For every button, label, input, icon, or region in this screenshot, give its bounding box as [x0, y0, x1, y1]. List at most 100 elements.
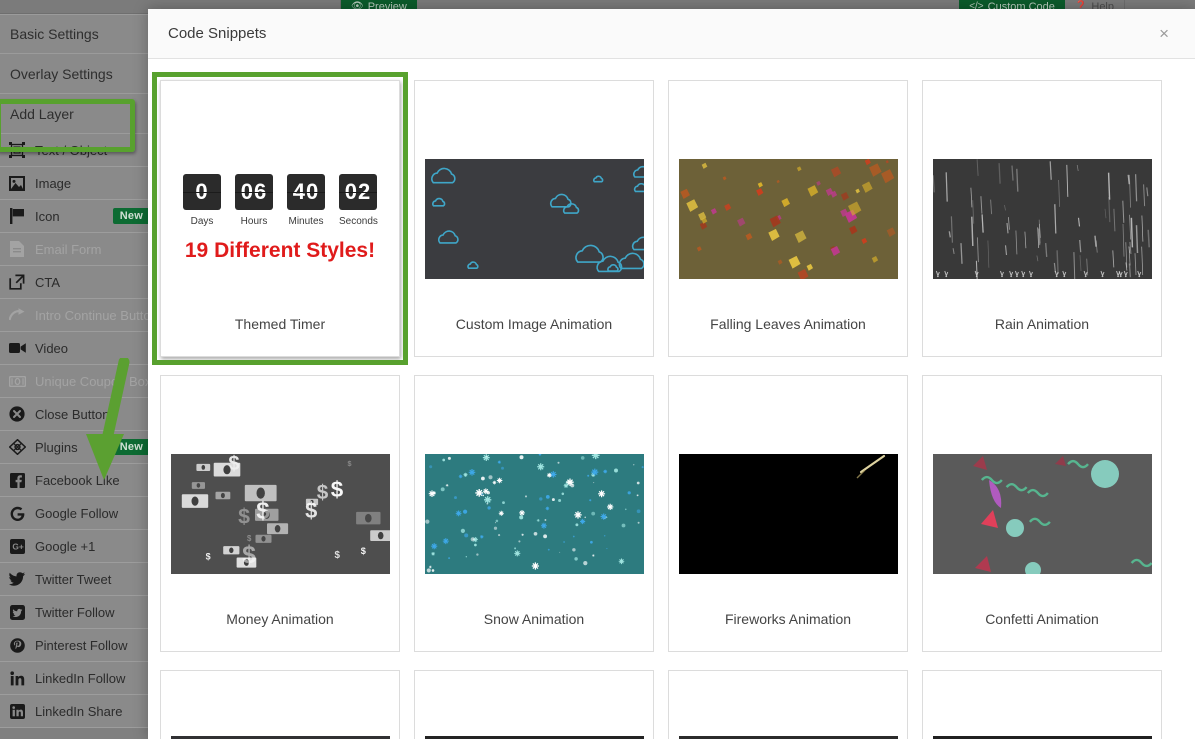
- timer-unit: 02Seconds: [339, 174, 377, 227]
- snippet-thumbnail: [669, 81, 907, 356]
- snippet-card-label: Snow Animation: [415, 611, 653, 627]
- sidebar-item-plugins[interactable]: PluginsNew: [0, 431, 148, 464]
- animation-preview: $$$$$$$$$$$$: [171, 454, 390, 574]
- snippet-grid: 0Days06Hours40Minutes02Seconds19 Differe…: [160, 80, 1183, 739]
- image-icon: [8, 174, 26, 192]
- timer-unit: 40Minutes: [287, 174, 325, 227]
- sidebar-section-label: Overlay Settings: [10, 66, 113, 82]
- sidebar-item-label: Google +1: [35, 539, 148, 554]
- sidebar-item-label: LinkedIn Follow: [35, 671, 148, 686]
- google-plus-icon: G+: [8, 537, 26, 555]
- linkedin-icon: [8, 669, 26, 687]
- timer-value: 0: [183, 174, 221, 210]
- snippet-card-label: Falling Leaves Animation: [669, 316, 907, 332]
- sidebar-item-linkedin-share[interactable]: LinkedIn Share: [0, 695, 148, 728]
- svg-text:$: $: [316, 481, 328, 504]
- sidebar-item-label: Twitter Tweet: [35, 572, 148, 587]
- snippet-thumbnail: [923, 376, 1161, 651]
- snippet-thumbnail: $$$$$$$$$$$$: [161, 376, 399, 651]
- timer-value: 06: [235, 174, 273, 210]
- sidebar-item-twitter-tweet[interactable]: Twitter Tweet: [0, 563, 148, 596]
- sidebar-item-text-object[interactable]: Text / Object: [0, 134, 148, 167]
- sidebar-item-facebook-like[interactable]: Facebook Like: [0, 464, 148, 497]
- snippet-card[interactable]: $$$$$$$$$$$$ Money Animation: [160, 375, 400, 652]
- snippet-card-label: Money Animation: [161, 611, 399, 627]
- banknote-icon: [8, 372, 26, 390]
- sidebar-item-twitter-follow[interactable]: Twitter Follow: [0, 596, 148, 629]
- timer-units: 0Days 06Hours 40Minutes 02Seconds: [183, 174, 377, 227]
- sidebar-section-basic-settings[interactable]: Basic Settings: [0, 14, 148, 54]
- code-snippets-modal: Code Snippets × 0Days 06Hours 40Minutes 02S…: [148, 9, 1195, 739]
- snippet-card[interactable]: Falling Leaves Animation: [668, 80, 908, 357]
- timer-caption: Seconds: [339, 216, 377, 227]
- snippet-thumbnail: [669, 376, 907, 651]
- snippet-card[interactable]: 0Days06Hours40Minutes02Seconds19 Differe…: [160, 80, 400, 357]
- sidebar-item-pinterest-follow[interactable]: Pinterest Follow: [0, 629, 148, 662]
- snippet-card[interactable]: Snow Animation: [414, 375, 654, 652]
- snippet-thumbnail: [923, 81, 1161, 356]
- snippet-card[interactable]: Rain Animation: [922, 80, 1162, 357]
- twitter-bird-icon: [8, 570, 26, 588]
- form-icon: [8, 240, 26, 258]
- sidebar-item-close-button[interactable]: Close Button: [0, 398, 148, 431]
- sidebar-item-label: Intro Continue Button: [35, 308, 148, 323]
- sidebar-item-linkedin-follow[interactable]: LinkedIn Follow: [0, 662, 148, 695]
- sidebar-item-label: Twitter Follow: [35, 605, 148, 620]
- sidebar-item-cta[interactable]: CTA: [0, 266, 148, 299]
- sidebar-section-label: Basic Settings: [10, 26, 99, 42]
- sidebar-item-label: Google Follow: [35, 506, 148, 521]
- snippet-card-partial[interactable]: ▼▼: [160, 670, 400, 739]
- sidebar-item-intro-continue-button: Intro Continue Button: [0, 299, 148, 332]
- close-circle-icon: [8, 405, 26, 423]
- modal-title: Code Snippets: [168, 25, 1153, 42]
- sidebar-item-google-follow[interactable]: Google Follow: [0, 497, 148, 530]
- sidebar-item-label: LinkedIn Share: [35, 704, 148, 719]
- sidebar-item-image[interactable]: Image: [0, 167, 148, 200]
- new-badge: New: [113, 439, 150, 455]
- sidebar-item-label: Text / Object: [35, 143, 148, 158]
- sidebar-item-label: Unique Coupon Box: [35, 374, 148, 389]
- close-icon[interactable]: ×: [1153, 21, 1175, 46]
- snippet-card-partial[interactable]: [668, 670, 908, 739]
- sidebar-item-google-1[interactable]: G+ Google +1: [0, 530, 148, 563]
- sidebar: Basic Settings Overlay Settings Add Laye…: [0, 14, 148, 739]
- sidebar-item-label: Video: [35, 341, 148, 356]
- svg-text:$: $: [238, 504, 250, 528]
- flag-icon: [8, 207, 26, 225]
- animation-preview: [933, 454, 1152, 574]
- snippet-card-label: Rain Animation: [923, 316, 1161, 332]
- snippet-card-label: Fireworks Animation: [669, 611, 907, 627]
- sidebar-item-label: Email Form: [35, 242, 148, 257]
- twitter-square-icon: [8, 603, 26, 621]
- animation-preview: [425, 159, 644, 279]
- snippet-card-partial[interactable]: [414, 670, 654, 739]
- timer-unit: 06Hours: [235, 174, 273, 227]
- sidebar-item-video[interactable]: Video: [0, 332, 148, 365]
- svg-text:$: $: [330, 477, 343, 502]
- animation-preview: [679, 159, 898, 279]
- linkedin-square-icon: [8, 702, 26, 720]
- sidebar-section-add-layer[interactable]: Add Layer: [0, 94, 148, 134]
- animation-preview: [933, 159, 1152, 279]
- sidebar-section-label: Add Layer: [10, 106, 74, 122]
- animation-preview: [425, 454, 644, 574]
- snippet-card-partial[interactable]: [922, 670, 1162, 739]
- snippet-card-label: Confetti Animation: [923, 611, 1161, 627]
- svg-text:G+: G+: [12, 541, 24, 551]
- sidebar-item-icon[interactable]: IconNew: [0, 200, 148, 233]
- timer-unit: 0Days: [183, 174, 221, 227]
- sidebar-layer-list: Text / Object ImageIconNew Email Form CTA In…: [0, 134, 148, 728]
- sidebar-section-overlay-settings[interactable]: Overlay Settings: [0, 54, 148, 94]
- external-link-icon: [8, 273, 26, 291]
- snippet-card[interactable]: Fireworks Animation: [668, 375, 908, 652]
- sidebar-item-unique-coupon-box: Unique Coupon Box: [0, 365, 148, 398]
- plugins-icon: [8, 438, 26, 456]
- snippet-card[interactable]: Custom Image Animation: [414, 80, 654, 357]
- snippet-thumbnail: [415, 376, 653, 651]
- svg-text:$: $: [360, 546, 365, 556]
- snippet-card[interactable]: Confetti Animation: [922, 375, 1162, 652]
- modal-body: 0Days06Hours40Minutes02Seconds19 Differe…: [148, 59, 1195, 739]
- new-badge: New: [113, 208, 150, 224]
- snippet-thumbnail: 0Days06Hours40Minutes02Seconds19 Differe…: [161, 81, 399, 356]
- snippet-card-label: Custom Image Animation: [415, 316, 653, 332]
